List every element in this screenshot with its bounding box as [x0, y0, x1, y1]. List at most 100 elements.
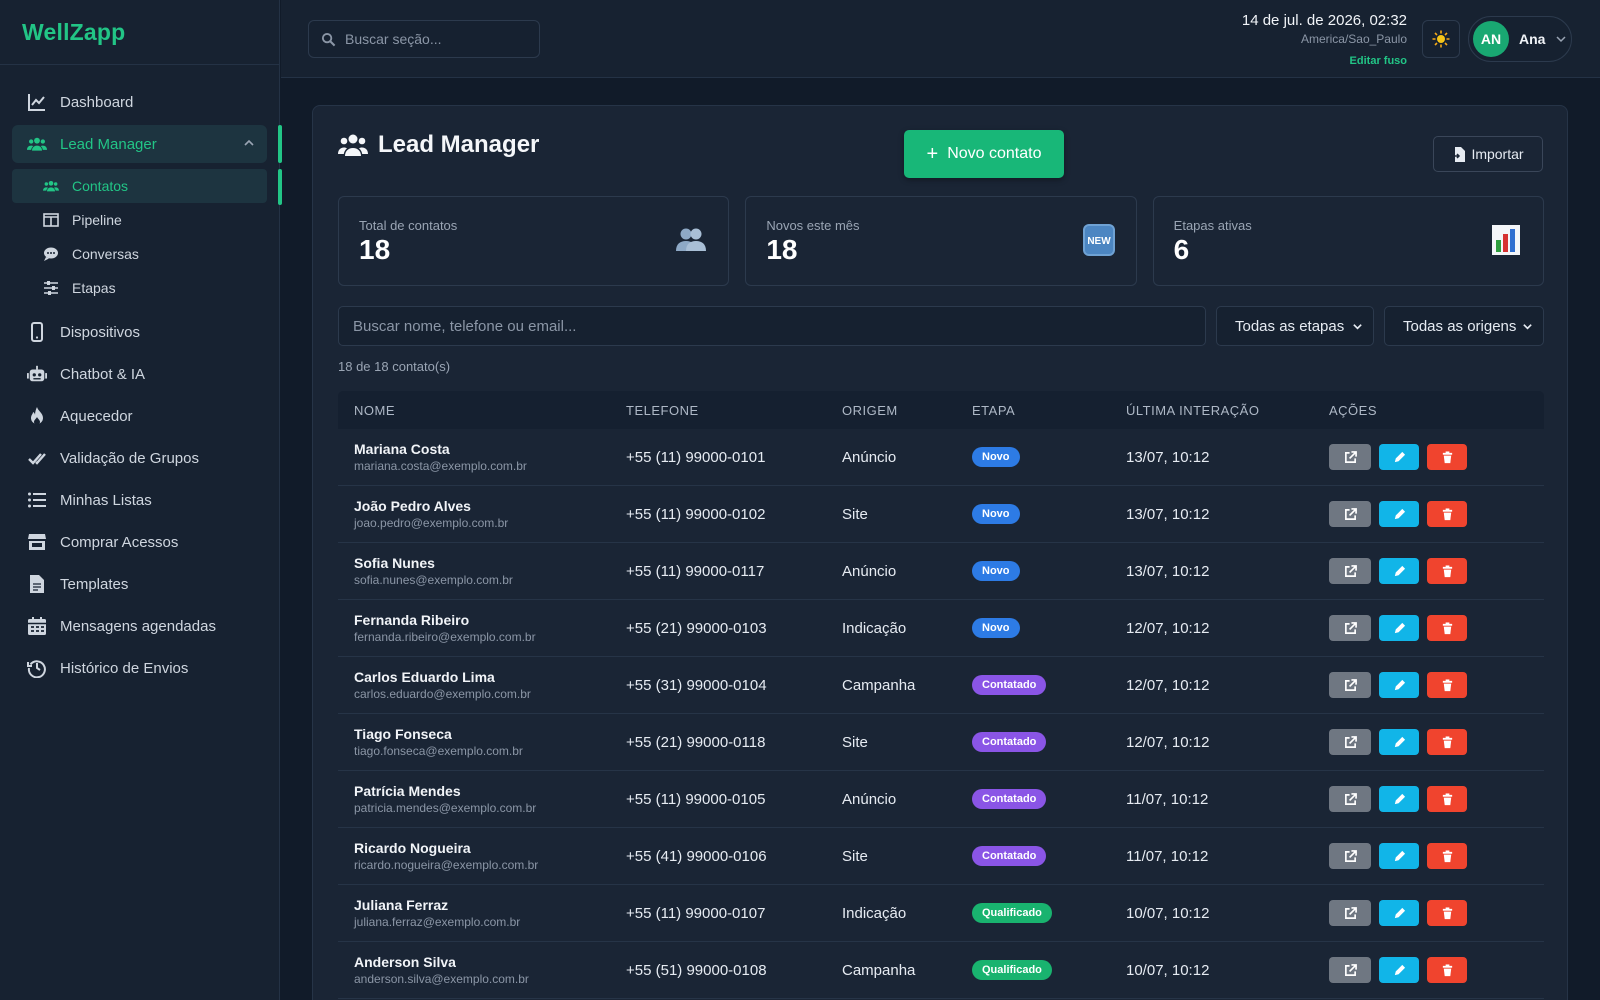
column-header[interactable]: NOME	[338, 403, 626, 418]
pencil-icon	[1394, 793, 1405, 804]
sidebar-subitem-label: Etapas	[72, 280, 116, 296]
edit-button[interactable]	[1379, 558, 1419, 584]
delete-button[interactable]	[1427, 444, 1467, 470]
sidebar-item-listas[interactable]: Minhas Listas	[0, 479, 279, 521]
delete-button[interactable]	[1427, 900, 1467, 926]
pencil-icon	[1394, 907, 1405, 918]
sidebar-item-comprar[interactable]: Comprar Acessos	[0, 521, 279, 563]
edit-button[interactable]	[1379, 786, 1419, 812]
edit-button[interactable]	[1379, 444, 1419, 470]
svg-text:NEW: NEW	[1087, 236, 1111, 247]
open-button[interactable]	[1329, 558, 1371, 584]
sidebar-item-label: Histórico de Envios	[60, 659, 189, 677]
sidebar-item-label: Lead Manager	[60, 135, 157, 153]
external-link-icon	[1344, 564, 1357, 577]
contact-search-input[interactable]	[353, 317, 1205, 335]
contact-email: carlos.eduardo@exemplo.com.br	[354, 687, 531, 701]
contact-search[interactable]	[338, 306, 1206, 346]
edit-button[interactable]	[1379, 729, 1419, 755]
trash-icon	[1442, 621, 1452, 634]
brand-logo[interactable]: WellZapp	[0, 0, 279, 65]
contact-name-cell: Tiago Fonseca tiago.fonseca@exemplo.com.b…	[338, 726, 626, 758]
sidebar-item-dashboard[interactable]: Dashboard	[0, 81, 279, 123]
delete-button[interactable]	[1427, 729, 1467, 755]
chevron-down-icon	[1523, 324, 1532, 330]
sidebar-item-label: Minhas Listas	[60, 491, 152, 509]
delete-button[interactable]	[1427, 957, 1467, 983]
theme-toggle-button[interactable]	[1422, 20, 1460, 58]
contact-origin: Site	[842, 733, 868, 751]
contact-phone: +55 (21) 99000-0118	[626, 733, 766, 751]
sidebar-item-historico[interactable]: Histórico de Envios	[0, 647, 279, 689]
open-button[interactable]	[1329, 786, 1371, 812]
list-icon	[26, 489, 48, 511]
open-button[interactable]	[1329, 444, 1371, 470]
table-row[interactable]: Sofia Nunes sofia.nunes@exemplo.com.br +55…	[338, 543, 1544, 600]
stage-badge: Novo	[972, 561, 1020, 581]
edit-button[interactable]	[1379, 900, 1419, 926]
sidebar-item-templates[interactable]: Templates	[0, 563, 279, 605]
import-button[interactable]: Importar	[1433, 136, 1543, 172]
column-header[interactable]: ORIGEM	[842, 403, 972, 418]
open-button[interactable]	[1329, 843, 1371, 869]
stage-filter-select[interactable]: Todas as etapas	[1216, 306, 1374, 346]
contact-phone: +55 (11) 99000-0105	[626, 790, 766, 808]
file-import-icon	[1452, 146, 1466, 162]
open-button[interactable]	[1329, 729, 1371, 755]
edit-button[interactable]	[1379, 957, 1419, 983]
sidebar-item-aquecedor[interactable]: Aquecedor	[0, 395, 279, 437]
contact-origin: Anúncio	[842, 448, 897, 466]
edit-button[interactable]	[1379, 615, 1419, 641]
table-row[interactable]: João Pedro Alves joao.pedro@exemplo.com.b…	[338, 486, 1544, 543]
edit-button[interactable]	[1379, 501, 1419, 527]
user-menu[interactable]: AN Ana	[1468, 16, 1572, 62]
column-header[interactable]: ETAPA	[972, 403, 1126, 418]
sidebar-subitem-pipeline[interactable]: Pipeline	[0, 203, 279, 237]
delete-button[interactable]	[1427, 672, 1467, 698]
column-header[interactable]: TELEFONE	[626, 403, 842, 418]
table-row[interactable]: Mariana Costa mariana.costa@exemplo.com.b…	[338, 429, 1544, 486]
sidebar-item-lead-manager[interactable]: Lead Manager	[12, 125, 282, 163]
open-button[interactable]	[1329, 957, 1371, 983]
chat-icon	[42, 245, 60, 263]
edit-timezone-link[interactable]: Editar fuso	[1242, 55, 1407, 67]
table-row[interactable]: Patrícia Mendes patricia.mendes@exemplo.c…	[338, 771, 1544, 828]
sidebar-item-mensagens[interactable]: Mensagens agendadas	[0, 605, 279, 647]
sidebar-subitem-etapas[interactable]: Etapas	[0, 271, 279, 305]
open-button[interactable]	[1329, 501, 1371, 527]
pencil-icon	[1394, 736, 1405, 747]
edit-button[interactable]	[1379, 843, 1419, 869]
sidebar-item-label: Comprar Acessos	[60, 533, 179, 551]
contact-origin: Site	[842, 505, 868, 523]
sidebar-subitem-conversas[interactable]: Conversas	[0, 237, 279, 271]
table-row[interactable]: Anderson Silva anderson.silva@exemplo.com…	[338, 942, 1544, 999]
section-search[interactable]	[308, 20, 540, 58]
sidebar-subitem-contatos[interactable]: Contatos	[12, 169, 282, 205]
table-row[interactable]: Juliana Ferraz juliana.ferraz@exemplo.com…	[338, 885, 1544, 942]
delete-button[interactable]	[1427, 843, 1467, 869]
sliders-icon	[42, 279, 60, 297]
stat-label: Novos este mês	[766, 218, 860, 233]
open-button[interactable]	[1329, 615, 1371, 641]
section-search-input[interactable]	[345, 31, 525, 47]
sidebar-item-validacao[interactable]: Validação de Grupos	[0, 437, 279, 479]
sidebar-item-chatbot[interactable]: Chatbot & IA	[0, 353, 279, 395]
delete-button[interactable]	[1427, 615, 1467, 641]
table-row[interactable]: Tiago Fonseca tiago.fonseca@exemplo.com.b…	[338, 714, 1544, 771]
column-header[interactable]: ÚLTIMA INTERAÇÃO	[1126, 403, 1329, 418]
open-button[interactable]	[1329, 900, 1371, 926]
stage-badge: Qualificado	[972, 960, 1052, 980]
delete-button[interactable]	[1427, 501, 1467, 527]
sidebar-item-label: Mensagens agendadas	[60, 617, 216, 635]
new-contact-button[interactable]: + Novo contato	[904, 130, 1064, 178]
table-row[interactable]: Fernanda Ribeiro fernanda.ribeiro@exemplo…	[338, 600, 1544, 657]
open-button[interactable]	[1329, 672, 1371, 698]
table-row[interactable]: Ricardo Nogueira ricardo.nogueira@exemplo…	[338, 828, 1544, 885]
edit-button[interactable]	[1379, 672, 1419, 698]
delete-button[interactable]	[1427, 786, 1467, 812]
delete-button[interactable]	[1427, 558, 1467, 584]
table-row[interactable]: Carlos Eduardo Lima carlos.eduardo@exempl…	[338, 657, 1544, 714]
contact-email: tiago.fonseca@exemplo.com.br	[354, 744, 523, 758]
sidebar-item-dispositivos[interactable]: Dispositivos	[0, 311, 279, 353]
origin-filter-select[interactable]: Todas as origens	[1384, 306, 1544, 346]
